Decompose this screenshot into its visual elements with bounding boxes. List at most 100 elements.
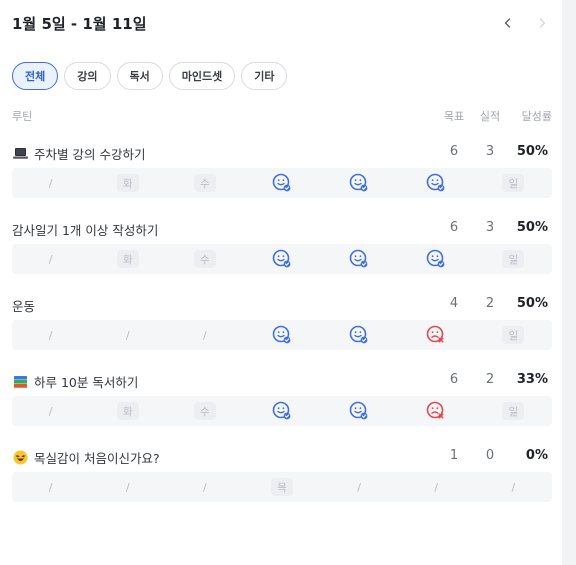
routine-title[interactable]: 목실감이 처음이신가요? bbox=[12, 448, 160, 467]
routine-row: 주차별 강의 수강하기 6 3 50% / 화 수 일 bbox=[12, 142, 552, 198]
happy-check-icon[interactable] bbox=[321, 320, 398, 350]
routine-header[interactable]: 주차별 강의 수강하기 6 3 50% bbox=[12, 142, 552, 164]
sad-x-icon[interactable] bbox=[398, 320, 475, 350]
routine-header[interactable]: 감사일기 1개 이상 작성하기 6 3 50% bbox=[12, 218, 552, 240]
day-slash: / bbox=[48, 252, 53, 266]
routine-title-text: 감사일기 1개 이상 작성하기 bbox=[12, 223, 159, 238]
day-cell-disabled: / bbox=[89, 320, 166, 350]
day-cell-disabled: / bbox=[398, 472, 475, 502]
date-range-title: 1월 5일 - 1월 11일 bbox=[12, 14, 147, 33]
day-cell-disabled: / bbox=[12, 320, 89, 350]
day-label: 목 bbox=[270, 478, 293, 496]
routine-actual: 2 bbox=[485, 372, 495, 387]
week-navigation bbox=[498, 13, 552, 33]
happy-check-icon[interactable] bbox=[243, 396, 320, 426]
day-cell[interactable]: 일 bbox=[475, 244, 552, 274]
day-cell[interactable]: 화 bbox=[89, 244, 166, 274]
sad-x-icon[interactable] bbox=[398, 396, 475, 426]
happy-check-icon[interactable] bbox=[243, 244, 320, 274]
day-slash: / bbox=[48, 176, 53, 190]
happy-check-icon[interactable] bbox=[321, 244, 398, 274]
day-label: 일 bbox=[502, 174, 525, 192]
day-slash: / bbox=[48, 328, 53, 342]
chevron-right-icon[interactable] bbox=[532, 13, 552, 33]
day-cell[interactable]: 일 bbox=[475, 320, 552, 350]
day-slash: / bbox=[202, 328, 207, 342]
routine-header[interactable]: 하루 10분 독서하기 6 2 33% bbox=[12, 370, 552, 392]
day-track: / 화 수 일 bbox=[12, 396, 552, 426]
chip-reading[interactable]: 독서 bbox=[116, 62, 163, 90]
laptop-icon bbox=[12, 146, 28, 162]
day-label: 화 bbox=[116, 174, 139, 192]
day-cell[interactable]: 화 bbox=[89, 396, 166, 426]
day-slash: / bbox=[125, 328, 130, 342]
happy-check-icon[interactable] bbox=[243, 320, 320, 350]
routine-rate: 50% bbox=[516, 144, 548, 159]
routine-title-text: 주차별 강의 수강하기 bbox=[34, 147, 146, 162]
day-cell[interactable]: 화 bbox=[89, 168, 166, 198]
day-cell[interactable]: 일 bbox=[475, 168, 552, 198]
routine-rate: 0% bbox=[525, 448, 548, 463]
happy-check-icon[interactable] bbox=[321, 168, 398, 198]
routine-row: 목실감이 처음이신가요? 1 0 0% / / / 목 / / / bbox=[12, 446, 552, 502]
routine-title[interactable]: 하루 10분 독서하기 bbox=[12, 372, 138, 391]
day-label: 수 bbox=[193, 174, 216, 192]
routine-actual: 0 bbox=[485, 448, 495, 463]
day-cell-disabled: / bbox=[475, 472, 552, 502]
routine-actual: 3 bbox=[485, 220, 495, 235]
scrollbar-track[interactable] bbox=[562, 0, 576, 565]
actual-column-header: 실적 bbox=[479, 110, 501, 123]
day-cell-disabled: / bbox=[12, 168, 89, 198]
rate-column-header: 달성률 bbox=[521, 110, 552, 123]
day-slash: / bbox=[357, 480, 361, 494]
chevron-left-icon[interactable] bbox=[498, 13, 518, 33]
routine-title[interactable]: 감사일기 1개 이상 작성하기 bbox=[12, 220, 158, 239]
column-headers: 루틴 목표 실적 달성률 bbox=[12, 108, 552, 124]
chip-etc[interactable]: 기타 bbox=[241, 62, 288, 90]
day-label: 일 bbox=[502, 402, 525, 420]
chip-lecture[interactable]: 강의 bbox=[64, 62, 111, 90]
day-label: 수 bbox=[193, 250, 216, 268]
routine-column-header: 루틴 bbox=[12, 110, 33, 123]
day-track: / 화 수 일 bbox=[12, 244, 552, 274]
routine-row: 운동 4 2 50% / / / 일 bbox=[12, 294, 552, 350]
routine-title-text: 운동 bbox=[12, 299, 36, 314]
routine-rate: 50% bbox=[516, 296, 548, 311]
happy-check-icon[interactable] bbox=[243, 168, 320, 198]
routine-row: 감사일기 1개 이상 작성하기 6 3 50% / 화 수 일 bbox=[12, 218, 552, 274]
routine-row: 하루 10분 독서하기 6 2 33% / 화 수 일 bbox=[12, 370, 552, 426]
day-slash: / bbox=[48, 480, 53, 494]
happy-check-icon[interactable] bbox=[321, 396, 398, 426]
routine-rate: 50% bbox=[516, 220, 548, 235]
chip-mindset[interactable]: 마인드셋 bbox=[168, 62, 236, 90]
routine-title[interactable]: 주차별 강의 수강하기 bbox=[12, 144, 145, 163]
routine-goal: 1 bbox=[449, 448, 459, 463]
day-cell[interactable]: 목 bbox=[243, 472, 320, 502]
day-cell-disabled: / bbox=[12, 472, 89, 502]
routine-title[interactable]: 운동 bbox=[12, 296, 35, 315]
day-cell[interactable]: 수 bbox=[166, 396, 243, 426]
day-cell[interactable]: 수 bbox=[166, 244, 243, 274]
day-slash: / bbox=[125, 480, 130, 494]
routine-actual: 2 bbox=[485, 296, 495, 311]
routine-goal: 6 bbox=[449, 220, 459, 235]
routine-header[interactable]: 운동 4 2 50% bbox=[12, 294, 552, 316]
day-slash: / bbox=[48, 404, 53, 418]
routine-header[interactable]: 목실감이 처음이신가요? 1 0 0% bbox=[12, 446, 552, 468]
goal-column-header: 목표 bbox=[443, 110, 465, 123]
happy-check-icon[interactable] bbox=[398, 244, 475, 274]
day-track: / / / 일 bbox=[12, 320, 552, 350]
day-label: 화 bbox=[116, 250, 139, 268]
day-track: / 화 수 일 bbox=[12, 168, 552, 198]
routine-rate: 33% bbox=[516, 372, 548, 387]
chip-all[interactable]: 전체 bbox=[12, 62, 59, 90]
day-label: 수 bbox=[193, 402, 216, 420]
day-cell[interactable]: 일 bbox=[475, 396, 552, 426]
category-filter-chips: 전체 강의 독서 마인드셋 기타 bbox=[12, 62, 288, 90]
day-label: 화 bbox=[116, 402, 139, 420]
week-header: 1월 5일 - 1월 11일 bbox=[12, 8, 552, 38]
day-cell-disabled: / bbox=[166, 472, 243, 502]
happy-check-icon[interactable] bbox=[398, 168, 475, 198]
books-icon bbox=[12, 374, 28, 390]
day-cell[interactable]: 수 bbox=[166, 168, 243, 198]
